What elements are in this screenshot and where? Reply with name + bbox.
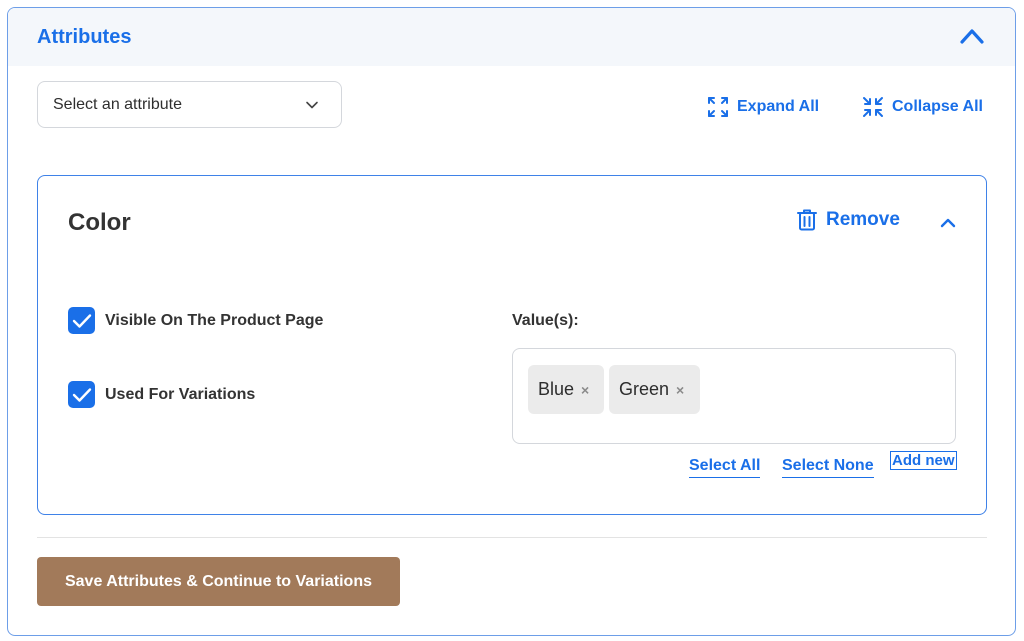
panel-title: Attributes bbox=[37, 26, 132, 48]
chevron-down-icon bbox=[306, 101, 318, 109]
attribute-card-color: Color Remove Visible On The Product Page bbox=[37, 175, 987, 515]
value-tag: Blue × bbox=[528, 365, 604, 414]
add-new-button[interactable]: Add new bbox=[890, 451, 957, 470]
attribute-select[interactable]: Select an attribute bbox=[37, 81, 342, 128]
attributes-panel: Attributes Select an attribute Expand Al… bbox=[7, 7, 1016, 636]
expand-all-label: Expand All bbox=[737, 98, 820, 115]
save-attributes-button[interactable]: Save Attributes & Continue to Variations bbox=[37, 557, 400, 606]
checkbox-checked[interactable] bbox=[68, 381, 95, 408]
visible-on-product-page-checkbox[interactable]: Visible On The Product Page bbox=[68, 307, 323, 334]
select-all-button[interactable]: Select All bbox=[689, 457, 761, 478]
collapse-all-label: Collapse All bbox=[892, 98, 983, 115]
value-tag: Green × bbox=[609, 365, 700, 414]
used-for-variations-checkbox[interactable]: Used For Variations bbox=[68, 381, 255, 408]
attribute-name: Color bbox=[68, 209, 131, 236]
chevron-up-icon[interactable] bbox=[938, 214, 958, 230]
remove-attribute-button[interactable]: Remove bbox=[797, 209, 900, 231]
remove-tag-icon[interactable]: × bbox=[676, 382, 684, 398]
check-icon bbox=[72, 387, 91, 402]
attribute-select-value: Select an attribute bbox=[53, 96, 182, 113]
variations-label: Used For Variations bbox=[105, 385, 256, 403]
remove-tag-icon[interactable]: × bbox=[581, 382, 589, 398]
panel-header[interactable]: Attributes bbox=[8, 8, 1015, 66]
checkbox-checked[interactable] bbox=[68, 307, 95, 334]
expand-all-button[interactable]: Expand All bbox=[707, 95, 819, 119]
values-input[interactable]: Blue × Green × bbox=[512, 348, 956, 444]
check-icon bbox=[72, 313, 91, 328]
visible-label: Visible On The Product Page bbox=[105, 311, 324, 329]
divider bbox=[37, 537, 987, 538]
value-tag-label: Blue bbox=[538, 379, 575, 399]
collapse-all-button[interactable]: Collapse All bbox=[862, 95, 983, 119]
values-label: Value(s): bbox=[512, 312, 579, 329]
value-tag-label: Green bbox=[619, 379, 670, 399]
select-none-button[interactable]: Select None bbox=[782, 457, 874, 478]
chevron-up-icon[interactable] bbox=[959, 25, 985, 47]
expand-icon bbox=[708, 97, 728, 117]
remove-label: Remove bbox=[826, 209, 900, 230]
trash-icon bbox=[797, 209, 817, 231]
collapse-icon bbox=[863, 97, 883, 117]
